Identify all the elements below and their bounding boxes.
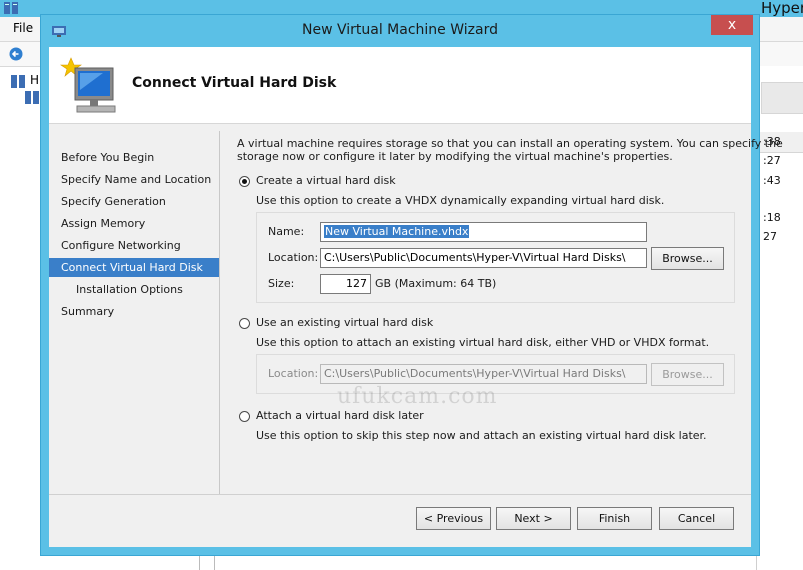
- name-label: Name:: [268, 225, 305, 238]
- nav-item-configure-networking[interactable]: Configure Networking: [49, 236, 219, 255]
- existing-vhd-location-field[interactable]: C:\Users\Public\Documents\Hyper-V\Virtua…: [320, 364, 647, 384]
- intro-text-line-2: storage now or configure it later by mod…: [237, 150, 673, 163]
- cancel-button[interactable]: Cancel: [659, 507, 734, 530]
- vhd-size-field[interactable]: 127: [320, 274, 371, 294]
- wizard-title-bar[interactable]: New Virtual Machine Wizard x: [41, 15, 759, 47]
- divider: [199, 553, 200, 570]
- watermark-text: ufukcam.com: [337, 384, 498, 409]
- use-existing-vhd-label[interactable]: Use an existing virtual hard disk: [256, 316, 433, 329]
- vhd-name-value: New Virtual Machine.vhdx: [324, 225, 470, 238]
- attach-later-label[interactable]: Attach a virtual hard disk later: [256, 409, 424, 422]
- background-window-title: Hyper-: [761, 0, 803, 17]
- divider: [214, 553, 215, 570]
- create-vhd-description: Use this option to create a VHDX dynamic…: [256, 194, 665, 207]
- size-label: Size:: [268, 277, 295, 290]
- pane-header: [761, 82, 803, 114]
- existing-location-label: Location:: [268, 367, 319, 380]
- page-title: Connect Virtual Hard Disk: [132, 75, 337, 91]
- existing-browse-button[interactable]: Browse...: [651, 363, 724, 386]
- virtual-machine-wizard-icon: [60, 57, 116, 113]
- vhd-location-field[interactable]: C:\Users\Public\Documents\Hyper-V\Virtua…: [320, 248, 647, 268]
- footer-divider: [49, 494, 751, 495]
- close-icon: x: [727, 17, 737, 33]
- close-button[interactable]: x: [711, 15, 753, 35]
- finish-button[interactable]: Finish: [577, 507, 652, 530]
- list-item: :43: [763, 174, 781, 187]
- new-virtual-machine-wizard: New Virtual Machine Wizard x Connect Vir…: [41, 15, 783, 555]
- create-vhd-label[interactable]: Create a virtual hard disk: [256, 174, 396, 187]
- nav-item-before-you-begin[interactable]: Before You Begin: [49, 148, 219, 167]
- wizard-title: New Virtual Machine Wizard: [302, 22, 498, 38]
- hyper-v-manager-icon: [11, 75, 25, 88]
- use-existing-vhd-description: Use this option to attach an existing vi…: [256, 336, 710, 349]
- nav-item-specify-name-and-location[interactable]: Specify Name and Location: [49, 170, 219, 189]
- wizard-header: Connect Virtual Hard Disk: [49, 47, 751, 124]
- navigation-tree: H: [3, 68, 42, 570]
- hyper-v-app-icon: [4, 2, 18, 14]
- nav-item-specify-generation[interactable]: Specify Generation: [49, 192, 219, 211]
- size-unit-label: GB (Maximum: 64 TB): [375, 277, 497, 290]
- create-vhd-settings-group: Name: New Virtual Machine.vhdx Location:…: [256, 212, 735, 303]
- vhd-name-field[interactable]: New Virtual Machine.vhdx: [320, 222, 647, 242]
- server-icon[interactable]: [25, 91, 39, 104]
- list-item: :18: [763, 211, 781, 224]
- location-label: Location:: [268, 251, 319, 264]
- nav-item-connect-virtual-hard-disk[interactable]: Connect Virtual Hard Disk: [49, 258, 219, 277]
- previous-button[interactable]: < Previous: [416, 507, 491, 530]
- use-existing-vhd-radio[interactable]: [239, 318, 250, 329]
- wizard-client-area: Connect Virtual Hard Disk Before You Beg…: [49, 47, 783, 547]
- nav-item-installation-options[interactable]: Installation Options: [49, 280, 219, 299]
- next-button[interactable]: Next >: [496, 507, 571, 530]
- intro-text-line-1: A virtual machine requires storage so th…: [237, 137, 783, 150]
- attach-later-radio[interactable]: [239, 411, 250, 422]
- wizard-page-content: A virtual machine requires storage so th…: [237, 131, 783, 491]
- nav-item-assign-memory[interactable]: Assign Memory: [49, 214, 219, 233]
- attach-later-description: Use this option to skip this step now an…: [256, 429, 707, 442]
- list-item: :27: [763, 154, 781, 167]
- wizard-steps-nav: Before You Begin Specify Name and Locati…: [49, 131, 221, 511]
- back-arrow-icon[interactable]: [9, 47, 23, 61]
- menu-file[interactable]: File: [13, 21, 33, 35]
- list-item: 27: [763, 230, 777, 243]
- background-status-area: [41, 553, 756, 570]
- create-vhd-radio[interactable]: [239, 176, 250, 187]
- nav-item-summary[interactable]: Summary: [49, 302, 219, 321]
- nav-divider: [219, 131, 220, 495]
- tree-root-label[interactable]: H: [30, 73, 39, 87]
- browse-button[interactable]: Browse...: [651, 247, 724, 270]
